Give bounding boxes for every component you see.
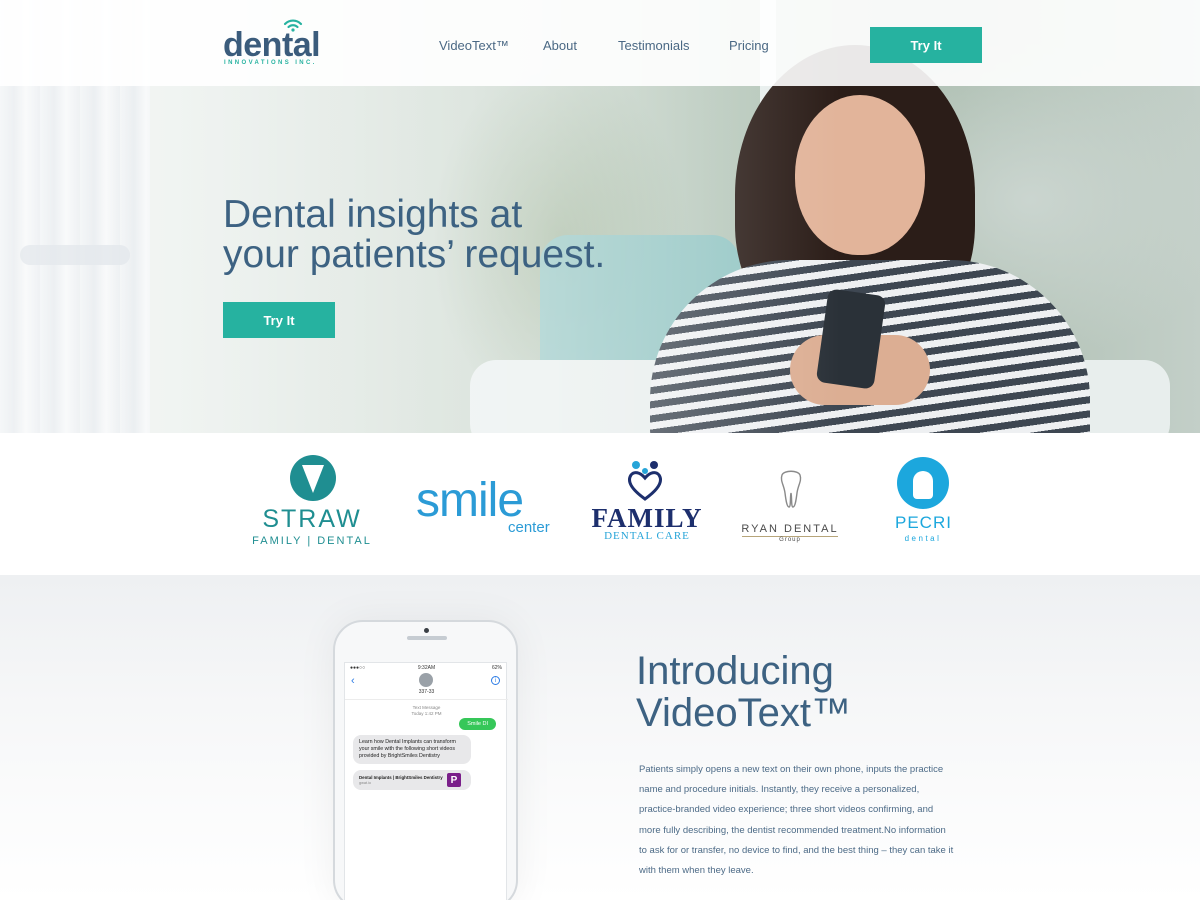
- pecri-name: PECRI: [895, 513, 952, 532]
- ryan-name: RYAN DENTAL: [741, 523, 839, 535]
- client-logo-ryan-dental: RYAN DENTAL Group: [740, 433, 840, 575]
- client-logo-pecri-dental: PECRI dental: [895, 433, 951, 575]
- info-icon[interactable]: i: [491, 676, 500, 685]
- wifi-signal-icon: [283, 19, 303, 32]
- message-type: Text Message: [412, 705, 441, 710]
- pecri-subtitle: dental: [904, 534, 942, 543]
- status-time: 9:32AM: [417, 665, 436, 671]
- family-heart-icon: [628, 461, 662, 501]
- back-chevron-icon[interactable]: ‹: [351, 675, 355, 687]
- contact-avatar: [419, 673, 433, 687]
- nav-link-about[interactable]: About: [543, 38, 577, 53]
- tooth-icon: [290, 455, 336, 501]
- hero-title: Dental insights at your patients’ reques…: [223, 195, 683, 275]
- link-preview-card[interactable]: Dental Implants | BrightSmiles Dentistry…: [353, 770, 471, 790]
- phone-mockup: ●●●○○ 9:32AM 62% ‹ 337-33 i Text Message…: [333, 620, 518, 900]
- header-try-it-button[interactable]: Try It: [870, 27, 982, 63]
- site-header: dental INNOVATIONS INC. VideoText™ About…: [0, 0, 1200, 86]
- incoming-message: Learn how Dental Implants can transform …: [353, 735, 471, 764]
- link-preview-url: gwat.io: [359, 781, 372, 785]
- hero-title-line1: Dental insights at: [223, 193, 523, 236]
- videotext-feature-section: [0, 575, 1200, 900]
- tooth-outline-icon: [780, 470, 802, 508]
- contact-name: 337-33: [418, 689, 435, 695]
- feature-description: Patients simply opens a new text on thei…: [639, 764, 954, 877]
- feature-title-line1: Introducing: [636, 649, 834, 693]
- practice-logo-icon: P: [447, 773, 461, 787]
- family-subtitle: DENTAL CARE: [604, 530, 690, 542]
- hero-try-it-button[interactable]: Try It: [223, 302, 335, 338]
- straw-name: STRAW: [262, 505, 362, 533]
- pecri-tooth-icon: [897, 457, 949, 509]
- straw-subtitle: FAMILY | DENTAL: [252, 535, 372, 547]
- feature-title: Introducing VideoText™: [636, 650, 966, 734]
- hero-title-line2: your patients’ request.: [223, 233, 606, 276]
- outgoing-message: Smile DI: [459, 718, 496, 730]
- battery-level: 62%: [491, 665, 502, 671]
- dental-innovations-logo[interactable]: dental INNOVATIONS INC.: [223, 19, 343, 70]
- logo-subtitle: INNOVATIONS INC.: [224, 60, 317, 66]
- smile-subtitle: center: [508, 519, 550, 536]
- nav-link-testimonials[interactable]: Testimonials: [618, 38, 690, 53]
- ryan-subtitle: Group: [779, 537, 801, 543]
- status-bar: ●●●○○ 9:32AM 62%: [345, 663, 508, 673]
- imessage-screen: ●●●○○ 9:32AM 62% ‹ 337-33 i Text Message…: [344, 662, 508, 900]
- client-logo-straw: STRAW FAMILY | DENTAL: [252, 433, 372, 575]
- feature-title-line2: VideoText™: [636, 691, 851, 735]
- link-preview-title: Dental Implants | BrightSmiles Dentistry: [359, 775, 443, 780]
- nav-link-pricing[interactable]: Pricing: [729, 38, 769, 53]
- client-logo-smile-center: smile center: [416, 433, 556, 575]
- client-logos-strip: STRAW FAMILY | DENTAL smile center FAMIL…: [0, 433, 1200, 575]
- thread-divider: [345, 699, 508, 700]
- message-meta: Text Message Today 1:42 PM: [345, 705, 508, 717]
- phone-camera: [424, 628, 429, 633]
- phone-speaker: [407, 636, 447, 640]
- nav-link-videotext[interactable]: VideoText™: [439, 38, 509, 53]
- message-time: Today 1:42 PM: [411, 711, 442, 716]
- client-logo-family-dental-care: FAMILY DENTAL CARE: [591, 433, 703, 575]
